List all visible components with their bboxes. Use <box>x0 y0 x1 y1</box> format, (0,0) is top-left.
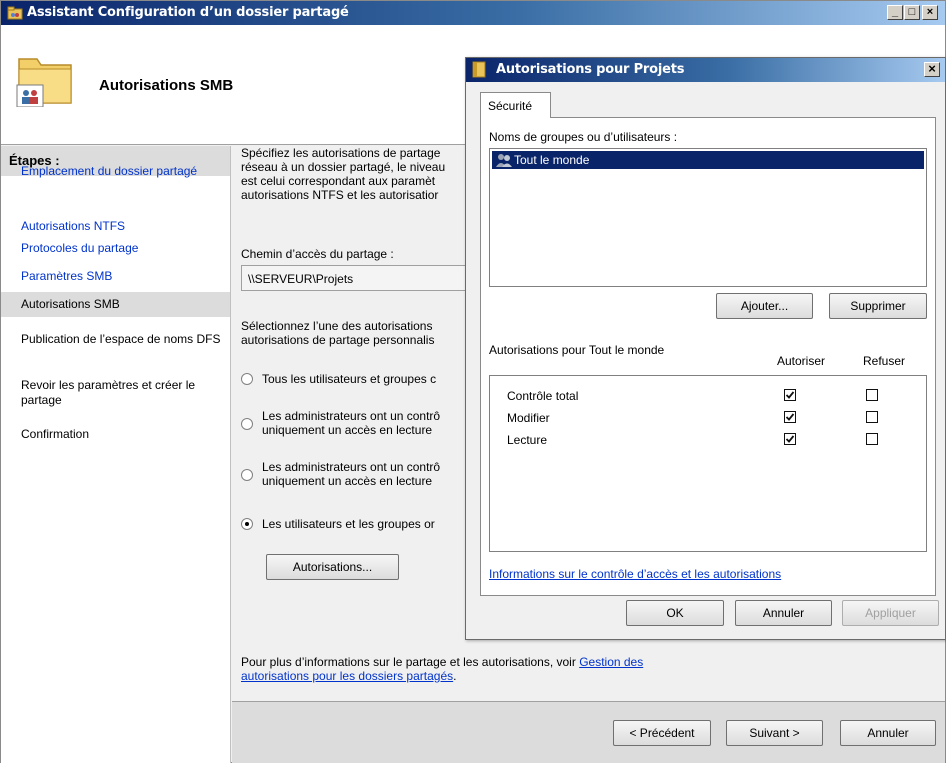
option-all-users-radio[interactable] <box>241 373 253 385</box>
wizard-footer: < Précédent Suivant > Annuler <box>232 702 945 763</box>
minimize-button[interactable]: _ <box>887 5 903 20</box>
folder-users-icon <box>16 58 72 107</box>
intro-line-1: Spécifiez les autorisations de partage <box>241 146 441 160</box>
sidebar-item-ntfs[interactable]: Autorisations NTFS <box>21 219 221 234</box>
perm-read-deny-checkbox[interactable] <box>866 433 878 445</box>
option-admin-full-2-radio[interactable] <box>241 469 253 481</box>
share-path-field[interactable]: \\SERVEUR\Projets <box>241 265 481 291</box>
perm-full-control-allow-checkbox[interactable] <box>784 389 796 401</box>
sidebar-item-emplacement[interactable]: Emplacement du dossier partagé <box>21 164 221 179</box>
info-text-line-2: autorisations pour les dossiers partagés… <box>241 669 456 683</box>
perm-full-control-deny-checkbox[interactable] <box>866 389 878 401</box>
info-link-part-2[interactable]: autorisations pour les dossiers partagés <box>241 669 453 683</box>
share-path-label: Chemin d’accès du partage : <box>241 247 394 261</box>
dialog-close-button[interactable]: × <box>924 62 940 77</box>
users-icon <box>496 154 512 167</box>
steps-sidebar: Étapes : Emplacement du dossier partagé … <box>1 146 231 763</box>
previous-button[interactable]: < Précédent <box>613 720 711 746</box>
option-admin-full-2-line2[interactable]: uniquement un accès en lecture <box>262 474 432 488</box>
wizard-title-bar[interactable]: Assistant Configuration d’un dossier par… <box>1 1 945 25</box>
intro-line-3: est celui correspondant aux paramèt <box>241 174 436 188</box>
perm-modify-label: Modifier <box>507 411 550 425</box>
remove-button[interactable]: Supprimer <box>829 293 927 319</box>
sidebar-item-dfs: Publication de l’espace de noms DFS <box>21 332 221 346</box>
sidebar-item-smb-params[interactable]: Paramètres SMB <box>21 269 221 284</box>
option-admin-full-1-line2[interactable]: uniquement un accès en lecture <box>262 423 432 437</box>
info-text-lead: Pour plus d’informations sur le partage … <box>241 655 576 669</box>
apply-button[interactable]: Appliquer <box>842 600 939 626</box>
permissions-for-label: Autorisations pour Tout le monde <box>489 343 665 357</box>
group-name: Tout le monde <box>514 153 590 167</box>
maximize-button[interactable]: □ <box>904 5 920 20</box>
option-admin-full-1-line1[interactable]: Les administrateurs ont un contrô <box>262 409 440 423</box>
cancel-button[interactable]: Annuler <box>840 720 936 746</box>
perm-read-label: Lecture <box>507 433 548 447</box>
sidebar-item-protocoles[interactable]: Protocoles du partage <box>21 241 221 256</box>
allow-column-header: Autoriser <box>777 354 826 368</box>
wizard-title: Assistant Configuration d’un dossier par… <box>27 5 349 20</box>
ok-button[interactable]: OK <box>626 600 724 626</box>
sidebar-item-smb-permissions[interactable]: Autorisations SMB <box>1 292 230 317</box>
next-button[interactable]: Suivant > <box>726 720 823 746</box>
permissions-dialog: Autorisations pour Projets × Sécurité No… <box>465 57 946 640</box>
dialog-cancel-button[interactable]: Annuler <box>735 600 832 626</box>
option-custom-radio[interactable] <box>241 518 253 530</box>
shared-folder-icon <box>7 6 23 20</box>
add-button[interactable]: Ajouter... <box>716 293 813 319</box>
check-icon <box>785 391 795 399</box>
dialog-title-bar[interactable]: Autorisations pour Projets × <box>466 58 945 82</box>
permissions-list[interactable]: Contrôle total Modifier Lecture <box>489 375 927 552</box>
check-icon <box>785 413 795 421</box>
close-button[interactable]: × <box>922 5 938 20</box>
info-link-tail: . <box>453 669 457 683</box>
deny-column-header: Refuser <box>863 354 906 368</box>
perm-modify-allow-checkbox[interactable] <box>784 411 796 423</box>
sidebar-item-review: Revoir les paramètres et créer le partag… <box>21 378 196 407</box>
option-all-users-label[interactable]: Tous les utilisateurs et groupes c <box>262 372 436 386</box>
select-line-1: Sélectionnez l’une des autorisations <box>241 319 433 333</box>
security-panel: Noms de groupes ou d’utilisateurs : Tout… <box>480 117 936 596</box>
sidebar-item-confirmation: Confirmation <box>21 427 90 441</box>
groups-label: Noms de groupes ou d’utilisateurs : <box>489 130 678 144</box>
perm-full-control-label: Contrôle total <box>507 389 579 403</box>
info-text: Pour plus d’informations sur le partage … <box>241 655 643 669</box>
option-admin-full-2-line1[interactable]: Les administrateurs ont un contrô <box>262 460 440 474</box>
access-control-info-link[interactable]: Informations sur le contrôle d’accès et … <box>489 567 781 581</box>
perm-modify-deny-checkbox[interactable] <box>866 411 878 423</box>
option-custom-label[interactable]: Les utilisateurs et les groupes or <box>262 517 435 531</box>
tab-securite[interactable]: Sécurité <box>480 92 551 118</box>
list-item[interactable]: Tout le monde <box>492 151 924 169</box>
share-path-value: \\SERVEUR\Projets <box>248 272 354 286</box>
info-link-part-1[interactable]: Gestion des <box>579 655 643 669</box>
autorisations-button[interactable]: Autorisations... <box>266 554 399 580</box>
option-admin-full-1-radio[interactable] <box>241 418 253 430</box>
intro-line-4: autorisations NTFS et les autorisatior <box>241 188 439 202</box>
page-title: Autorisations SMB <box>99 77 234 94</box>
perm-read-allow-checkbox[interactable] <box>784 433 796 445</box>
intro-line-2: réseau à un dossier partagé, le niveau <box>241 160 446 174</box>
select-line-2: autorisations de partage personnalis <box>241 333 435 347</box>
folder-icon <box>472 61 486 78</box>
groups-list[interactable]: Tout le monde <box>489 148 927 287</box>
dialog-title: Autorisations pour Projets <box>496 62 685 77</box>
check-icon <box>785 435 795 443</box>
